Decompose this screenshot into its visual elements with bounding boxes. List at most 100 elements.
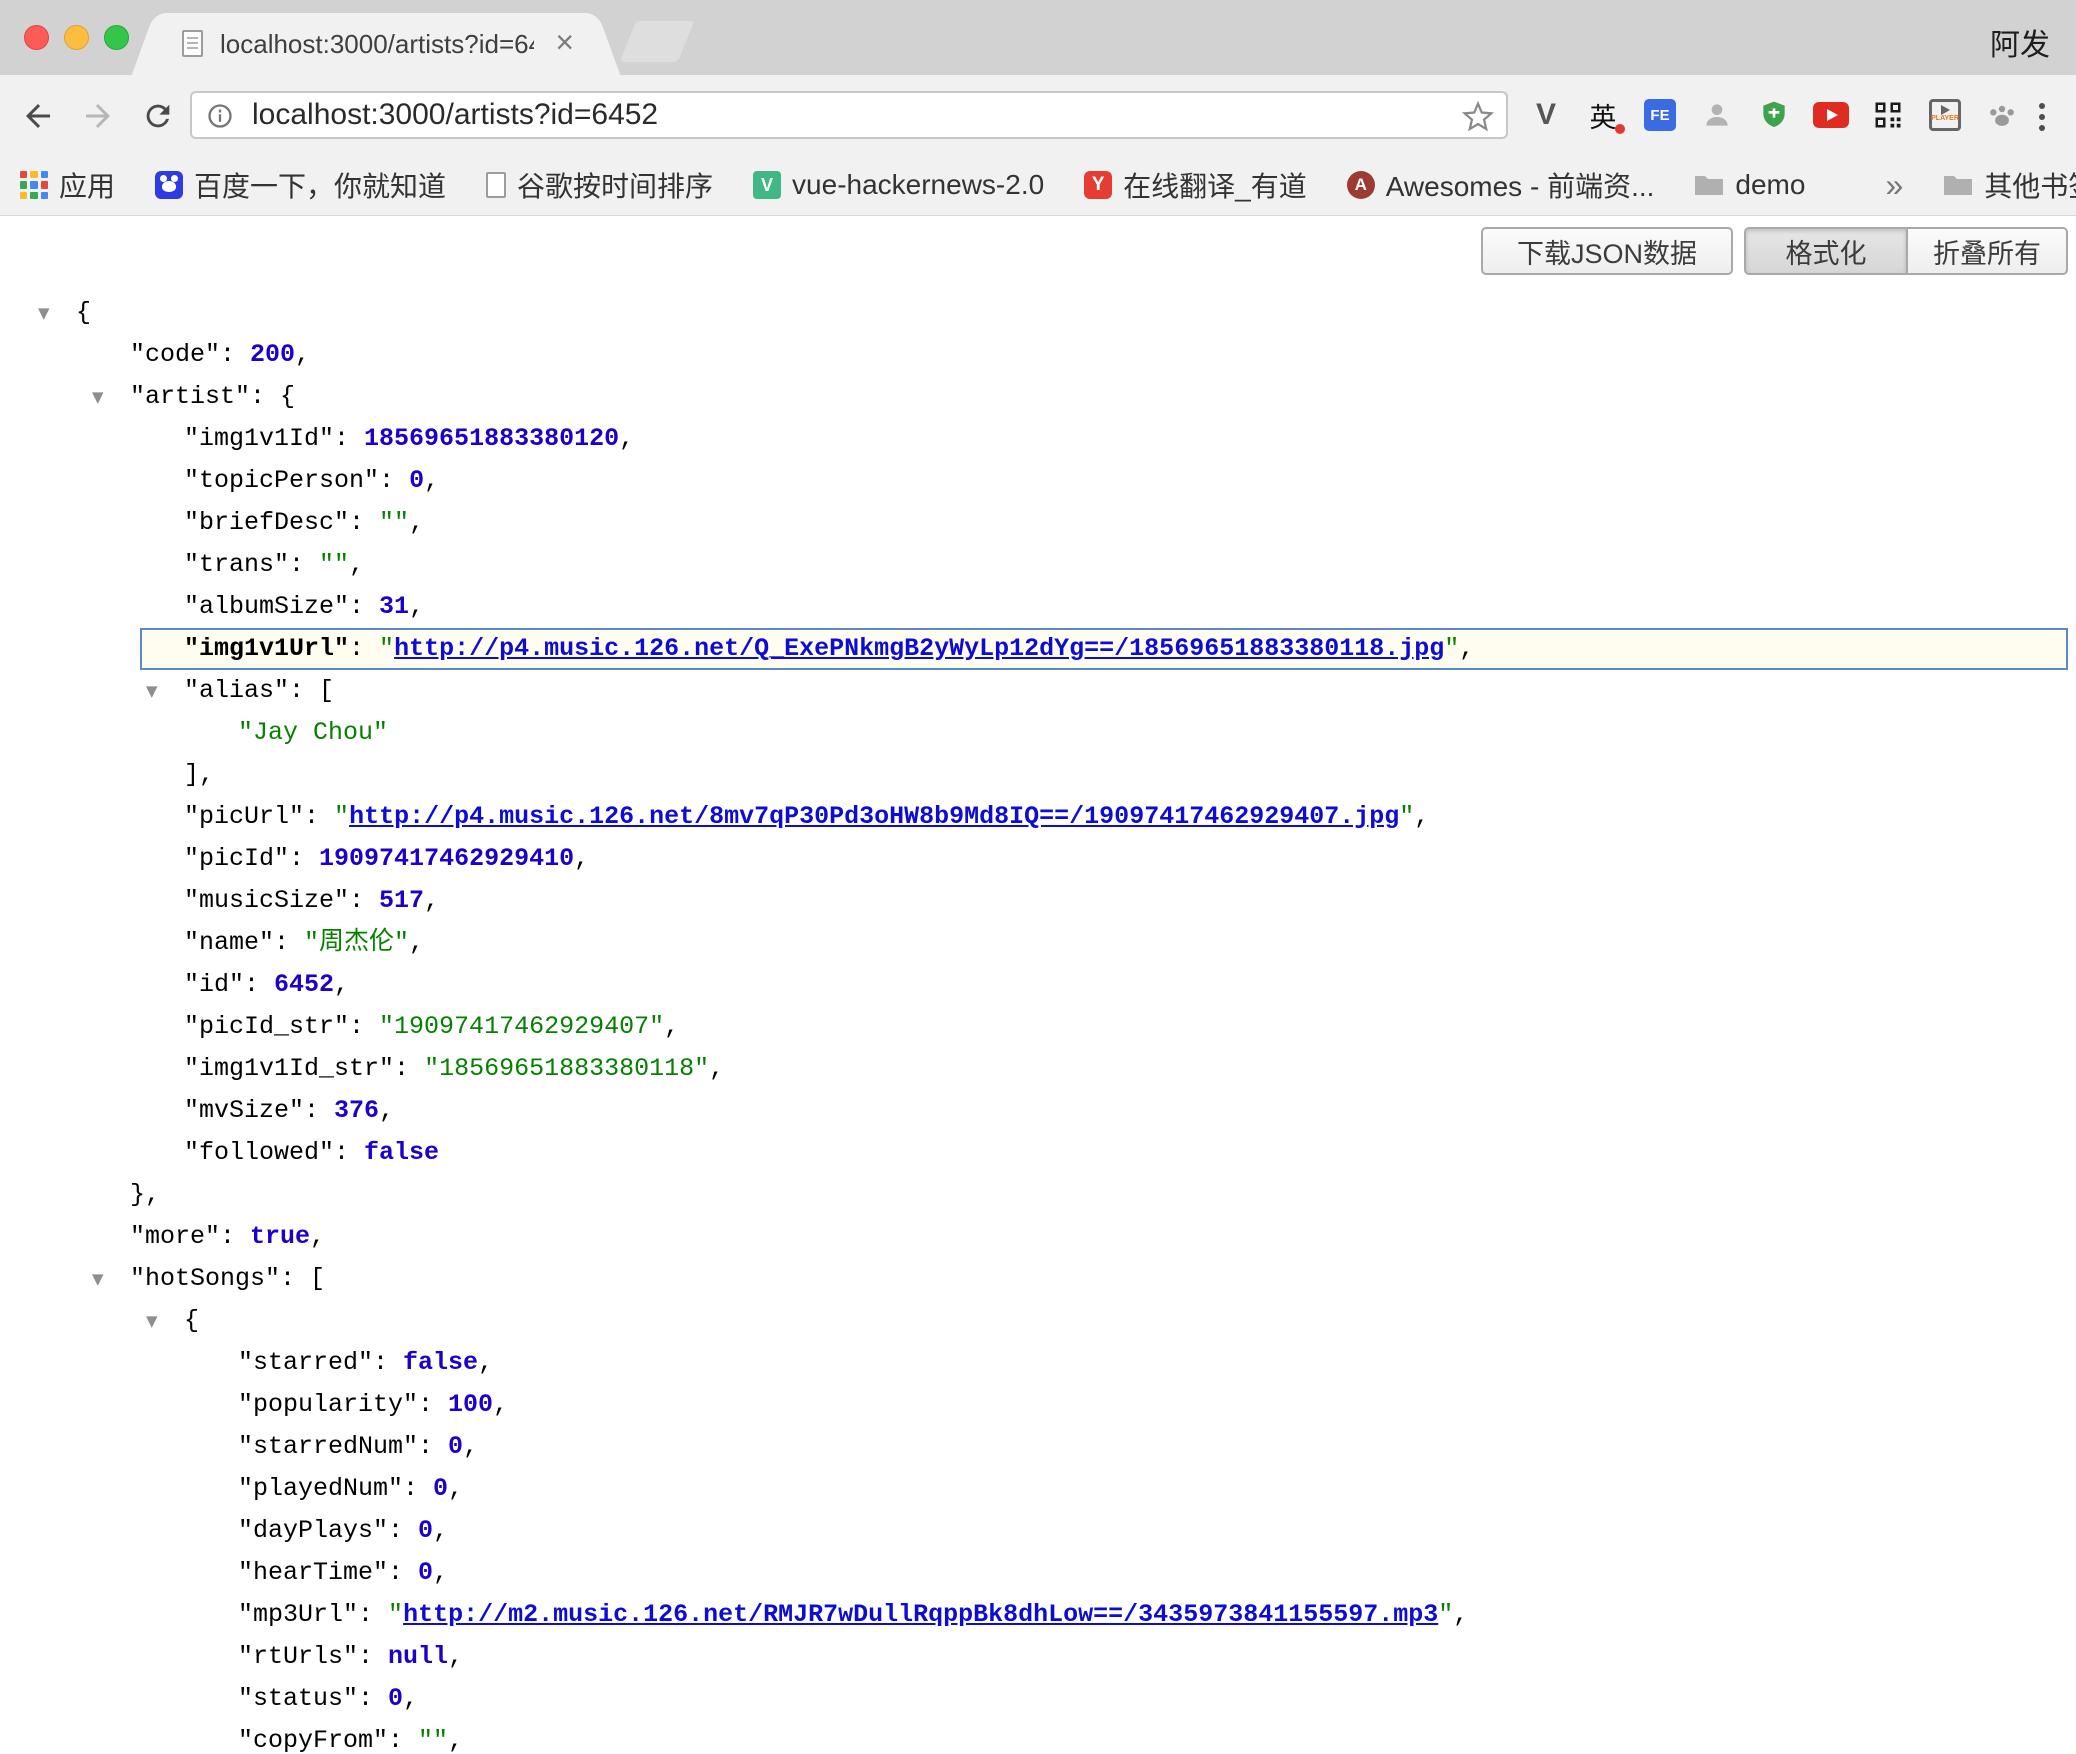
- forward-button[interactable]: [78, 96, 118, 136]
- json-line: "followed": false: [0, 1132, 2076, 1174]
- json-key: "mp3Url": [238, 1600, 358, 1629]
- json-key: "topicPerson": [184, 466, 379, 495]
- json-punct: :: [304, 802, 334, 831]
- bookmark-apps[interactable]: 应用: [20, 165, 115, 205]
- shield-extension-icon[interactable]: [1752, 91, 1796, 139]
- json-punct: ,: [1414, 802, 1429, 831]
- json-punct: ,: [310, 1222, 325, 1251]
- json-key: "starredNum": [238, 1432, 418, 1461]
- collapse-toggle-icon[interactable]: ▼: [38, 292, 50, 334]
- json-url-link[interactable]: http://p4.music.126.net/8mv7qP30Pd3oHW8b…: [349, 802, 1399, 831]
- bookmark-label: vue-hackernews-2.0: [792, 169, 1044, 201]
- json-line: "trans": "",: [0, 544, 2076, 586]
- collapse-toggle-icon[interactable]: ▼: [92, 1258, 104, 1300]
- translate-extension-icon[interactable]: 英: [1581, 91, 1625, 139]
- bookmark-vue-hackernews[interactable]: V vue-hackernews-2.0: [753, 169, 1044, 201]
- bookmarks-bar: 应用 百度一下，你就知道 谷歌按时间排序 V vue-hackernews-2.…: [0, 155, 2076, 216]
- url-bar[interactable]: localhost:3000/artists?id=6452: [190, 91, 1508, 139]
- back-button[interactable]: [18, 96, 58, 136]
- json-line: "popularity": 100,: [0, 1384, 2076, 1426]
- collapse-toggle-icon[interactable]: ▼: [92, 376, 104, 418]
- json-punct: },: [130, 1180, 160, 1209]
- close-window-button[interactable]: [24, 25, 49, 50]
- collapse-toggle-icon[interactable]: ▼: [146, 670, 158, 712]
- minimize-window-button[interactable]: [64, 25, 89, 50]
- json-line: "starred": false,: [0, 1342, 2076, 1384]
- json-url-link[interactable]: http://m2.music.126.net/RMJR7wDullRqppBk…: [403, 1600, 1438, 1629]
- json-punct: :: [358, 1642, 388, 1671]
- json-key: "popularity": [238, 1390, 418, 1419]
- json-string: "": [319, 550, 349, 579]
- json-punct: {: [280, 382, 295, 411]
- json-punct: :: [418, 1390, 448, 1419]
- youtube-extension-icon[interactable]: [1809, 91, 1853, 139]
- json-line: "code": 200,: [0, 334, 2076, 376]
- json-punct: :: [373, 1348, 403, 1377]
- collapse-toggle-icon[interactable]: ▼: [146, 1300, 158, 1342]
- json-punct: :: [349, 508, 379, 537]
- vimium-extension-icon[interactable]: V: [1524, 91, 1568, 139]
- json-punct: :: [289, 676, 319, 705]
- tab-close-icon[interactable]: ×: [555, 13, 574, 75]
- page-icon: [182, 30, 203, 57]
- json-string: ": [379, 634, 394, 663]
- json-key: "trans": [184, 550, 289, 579]
- qrcode-extension-icon[interactable]: [1866, 91, 1910, 139]
- json-key: "copyFrom": [238, 1726, 388, 1754]
- bookmark-google-sort[interactable]: 谷歌按时间排序: [486, 165, 713, 205]
- bookmarks-overflow-chevron[interactable]: »: [1885, 167, 1903, 204]
- tab-title: localhost:3000/artists?id=645: [220, 13, 534, 75]
- bookmark-star-icon[interactable]: [1462, 101, 1494, 138]
- json-value: 376: [334, 1096, 379, 1125]
- folder-icon: [1694, 173, 1724, 197]
- new-tab-button[interactable]: [620, 21, 695, 62]
- player-extension-icon[interactable]: PLAYER: [1923, 91, 1967, 139]
- json-line: "picId_str": "19097417462929407",: [0, 1006, 2076, 1048]
- json-line: ▼ "artist": {: [0, 376, 2076, 418]
- bookmark-baidu[interactable]: 百度一下，你就知道: [155, 165, 446, 205]
- json-value: 0: [409, 466, 424, 495]
- json-line: "picUrl": "http://p4.music.126.net/8mv7q…: [0, 796, 2076, 838]
- bookmark-label: demo: [1735, 169, 1805, 201]
- profile-name[interactable]: 阿发: [1990, 20, 2050, 64]
- download-json-button[interactable]: 下载JSON数据: [1481, 227, 1733, 275]
- format-button[interactable]: 格式化: [1744, 227, 1908, 275]
- collapse-all-button[interactable]: 折叠所有: [1908, 227, 2068, 275]
- json-key: "status": [238, 1684, 358, 1713]
- json-punct: :: [250, 382, 280, 411]
- json-punct: :: [358, 1600, 388, 1629]
- json-punct: ,: [493, 1390, 508, 1419]
- json-url-link[interactable]: http://p4.music.126.net/Q_ExePNkmgB2yWyL…: [394, 634, 1444, 663]
- paw-extension-icon[interactable]: [1980, 91, 2024, 139]
- json-line: },: [0, 1174, 2076, 1216]
- json-value: true: [250, 1222, 310, 1251]
- json-value: 517: [379, 886, 424, 915]
- json-punct: :: [349, 886, 379, 915]
- bookmark-demo-folder[interactable]: demo: [1694, 169, 1805, 201]
- other-bookmarks-folder[interactable]: 其他书签: [1943, 165, 2076, 205]
- json-value: 100: [448, 1390, 493, 1419]
- browser-menu-icon[interactable]: [2022, 97, 2062, 137]
- json-line: "status": 0,: [0, 1678, 2076, 1720]
- json-string: "18569651883380118": [424, 1054, 709, 1083]
- json-line: "albumSize": 31,: [0, 586, 2076, 628]
- vue-icon: V: [753, 171, 781, 199]
- json-line: ▼{: [0, 292, 2076, 334]
- fullscreen-window-button[interactable]: [104, 25, 129, 50]
- json-punct: :: [220, 1222, 250, 1251]
- json-punct: ,: [478, 1348, 493, 1377]
- bookmark-youdao[interactable]: Y 在线翻译_有道: [1084, 165, 1307, 205]
- page-info-icon[interactable]: [206, 102, 234, 135]
- json-string: "Jay Chou": [238, 718, 388, 747]
- json-key: "picId": [184, 844, 289, 873]
- json-punct: {: [184, 1306, 199, 1335]
- json-string: ": [1399, 802, 1414, 831]
- json-string: ": [1444, 634, 1459, 663]
- reload-button[interactable]: [138, 96, 178, 136]
- user-extension-icon[interactable]: [1695, 91, 1739, 139]
- json-key: "artist": [130, 382, 250, 411]
- fe-extension-icon[interactable]: FE: [1638, 91, 1682, 139]
- browser-tab[interactable]: localhost:3000/artists?id=645 ×: [160, 13, 592, 75]
- json-value: 0: [418, 1558, 433, 1587]
- bookmark-awesomes[interactable]: A Awesomes - 前端资...: [1347, 165, 1655, 205]
